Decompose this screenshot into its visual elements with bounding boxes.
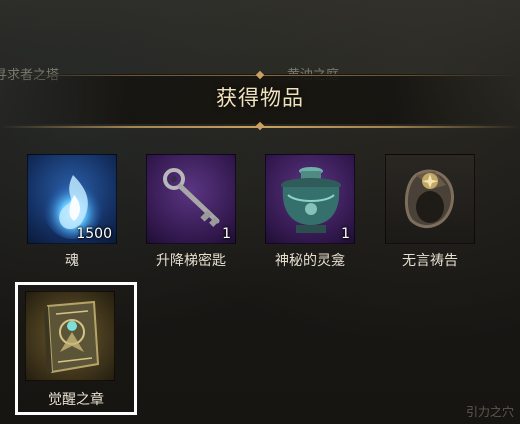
item-name: 神秘的灵龛 — [275, 253, 345, 269]
item-slot-book[interactable] — [25, 291, 115, 381]
item-name: 魂 — [65, 253, 79, 269]
ring-icon — [405, 169, 454, 229]
item-quantity: 1 — [222, 226, 231, 242]
item-slot-ring[interactable] — [385, 154, 475, 244]
item-quantity: 1 — [341, 226, 350, 242]
ornate-book-icon — [44, 300, 100, 374]
item-slot-key[interactable]: 1 — [146, 154, 236, 244]
item-quantity: 1500 — [76, 226, 112, 242]
item-slot-urn[interactable]: 1 — [265, 154, 355, 244]
item-name: 升降梯密匙 — [156, 253, 226, 269]
item-slot-soul[interactable]: 1500 — [27, 154, 117, 244]
item-name: 无言祷告 — [402, 253, 458, 269]
panel-title: 获得物品 — [216, 86, 304, 110]
item-name: 觉醒之章 — [48, 392, 104, 408]
location-hint: 引力之穴 — [465, 405, 514, 419]
